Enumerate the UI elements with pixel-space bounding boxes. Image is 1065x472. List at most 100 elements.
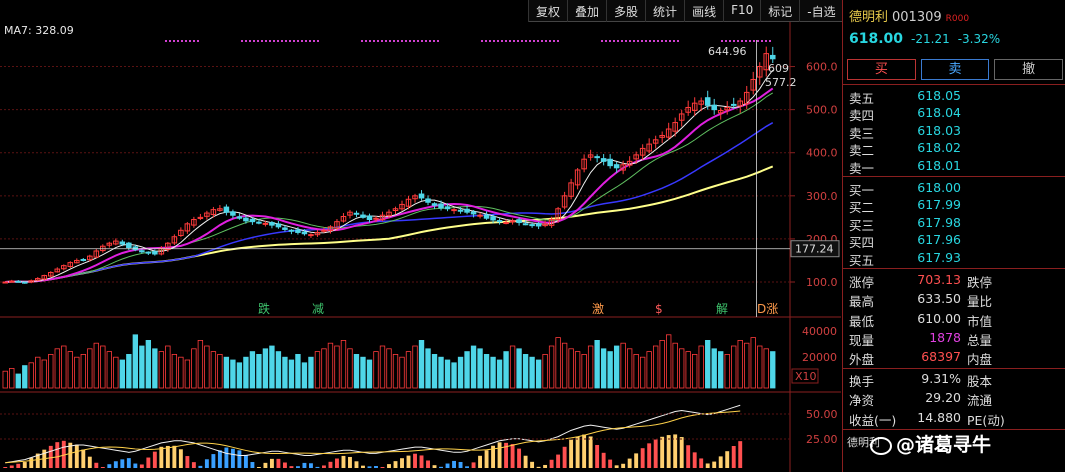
signal-dot <box>489 40 491 42</box>
macd-bar <box>237 450 242 468</box>
stat-label: 最高 <box>849 294 875 310</box>
ma-line <box>5 87 774 283</box>
signal-dot <box>677 40 679 42</box>
signal-dot <box>285 40 287 42</box>
peak-high-label: 644.96 <box>708 45 747 58</box>
macd-bar <box>608 459 613 468</box>
volume-bar <box>457 356 464 389</box>
macd-bar <box>341 455 346 468</box>
chart-canvas[interactable]: 600.0500.0400.0300.0200.0100.0177.24644.… <box>0 0 841 472</box>
candle-body <box>503 222 509 225</box>
macd-bar <box>614 465 619 468</box>
candle-body <box>269 222 275 226</box>
macd-bar <box>367 466 372 468</box>
candle-body <box>529 224 535 227</box>
kline-chart[interactable]: 600.0 500.0 400.0 300.0 200.0 100.0 177.24 644.… <box>0 0 882 472</box>
toolbar-button[interactable]: 统计 <box>645 0 684 22</box>
signal-dot <box>261 40 263 42</box>
toolbar-button[interactable]: 标记 <box>760 0 799 22</box>
macd-bar <box>588 436 593 468</box>
signal-dot <box>409 40 411 42</box>
fundamentals-table: 换手 9.31% 股本 净资 29.20 流通 收益(一) 14.880 PE(动) <box>849 371 1059 429</box>
sell-button[interactable]: 卖 <box>920 59 990 80</box>
macd-bar <box>22 462 27 468</box>
macd-bar <box>211 454 216 468</box>
volume-bar <box>705 339 711 389</box>
macd-bar <box>282 462 287 468</box>
volume-bar <box>152 348 158 389</box>
macd-bar <box>29 457 34 468</box>
volume-bar <box>54 348 60 389</box>
volume-bar <box>731 345 737 389</box>
signal-dot <box>545 40 547 42</box>
macd-bar <box>48 445 53 468</box>
volume-bar <box>288 359 295 389</box>
macd-bar <box>315 466 320 468</box>
stat-row: 最低 610.00 市值 <box>849 311 1059 330</box>
signal-dot <box>661 40 663 42</box>
macd-bar <box>569 439 574 468</box>
toolbar-button[interactable]: 画线 <box>684 0 723 22</box>
macd-bar <box>335 458 339 468</box>
volume-bar <box>366 359 373 389</box>
toolbar-button[interactable]: 多股 <box>606 0 645 22</box>
signal-dot <box>377 40 379 42</box>
buy-button[interactable]: 买 <box>847 59 916 80</box>
volume-bar <box>321 348 327 389</box>
volume-bar <box>412 345 418 389</box>
macd-bar <box>126 458 131 468</box>
macd-bar <box>692 452 697 468</box>
toolbar-button[interactable]: 叠加 <box>567 0 606 22</box>
volume-bar <box>249 351 256 389</box>
signal-dot <box>657 40 659 42</box>
toolbar-button[interactable]: 复权 <box>528 0 567 22</box>
volume-bar <box>464 351 470 389</box>
macd-bar <box>269 458 274 468</box>
signal-dot <box>721 40 723 42</box>
signal-dot <box>729 40 731 42</box>
order-label: 买五 <box>849 252 875 268</box>
candle-body <box>704 97 711 106</box>
volume-bar <box>724 353 730 389</box>
signal-dot <box>309 40 311 42</box>
stat-label: 换手 <box>849 374 875 389</box>
volume-bar <box>48 353 54 389</box>
volume-bar <box>327 342 334 389</box>
volume-bar <box>334 345 340 389</box>
volume-bar <box>210 351 217 389</box>
candle-body <box>288 229 295 232</box>
macd-bar <box>263 462 268 468</box>
toolbar-button[interactable]: -自选 <box>799 0 842 22</box>
signal-dot <box>297 40 299 42</box>
signal-dot <box>529 40 531 42</box>
sell-order-book: 卖五 618.05 卖四 618.04 卖三 618.03 卖二 618.02 卖一 618.01 <box>849 88 1059 176</box>
volume-bar <box>535 359 542 389</box>
volume-bar <box>256 353 262 389</box>
candle-body <box>431 203 438 206</box>
candle-body <box>145 251 152 254</box>
macd-bar <box>595 444 600 468</box>
ma-line <box>5 69 774 283</box>
signal-dot <box>649 40 651 42</box>
signal-dot <box>537 40 539 42</box>
candle-body <box>607 158 613 167</box>
macd-bar <box>289 466 294 468</box>
macd-bar <box>465 466 470 468</box>
volume-bar <box>171 353 178 389</box>
stat-row: 涨停 703.13 跌停 <box>849 272 1059 291</box>
macd-bar <box>191 462 196 468</box>
order-price: 618.00 <box>917 180 961 195</box>
toolbar-button[interactable]: F10 <box>723 0 760 22</box>
signal-dot <box>293 40 295 42</box>
cancel-button[interactable]: 撤 <box>994 59 1064 80</box>
volume-bar <box>626 348 633 389</box>
volume-bar <box>379 345 386 389</box>
volume-bar <box>35 356 41 389</box>
macd-bar <box>250 462 255 468</box>
macd-bar <box>139 464 144 468</box>
signal-dot <box>541 40 543 42</box>
volume-bar <box>373 351 379 389</box>
macd-bar <box>497 442 502 468</box>
signal-dot <box>533 40 535 42</box>
signal-dot <box>185 40 187 42</box>
